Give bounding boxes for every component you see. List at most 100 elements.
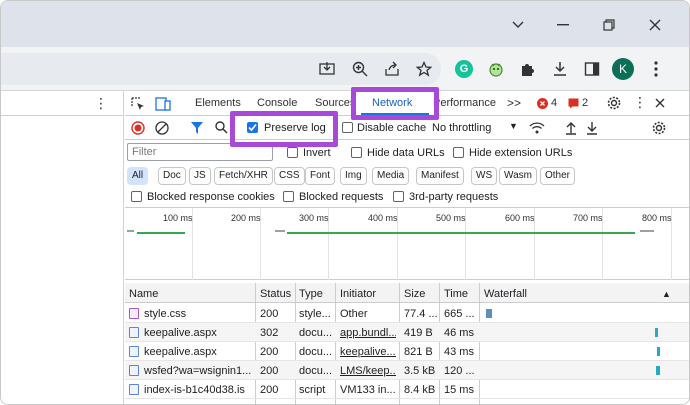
export-har-icon[interactable] — [586, 121, 598, 135]
stylesheet-file-icon — [129, 308, 139, 319]
issues-count[interactable]: 2 — [582, 97, 588, 109]
filter-chip-media[interactable]: Media — [372, 167, 410, 185]
download-icon[interactable] — [549, 58, 571, 80]
filter-chip-js[interactable]: JS — [189, 167, 211, 185]
third-party-checkbox[interactable] — [393, 191, 404, 202]
inspect-element-icon[interactable] — [131, 97, 145, 111]
grammarly-icon[interactable]: G — [453, 58, 475, 80]
import-har-icon[interactable] — [565, 121, 577, 135]
address-bar[interactable] — [1, 53, 441, 85]
column-size[interactable]: Size — [404, 288, 425, 300]
settings-gear-icon[interactable] — [607, 96, 621, 110]
avatar[interactable]: K — [612, 58, 634, 80]
pane-menu-icon[interactable]: ⋮ — [94, 95, 108, 112]
device-toolbar-icon[interactable] — [155, 97, 171, 111]
filter-chip-img[interactable]: Img — [340, 167, 367, 185]
throttling-select[interactable]: No throttling — [432, 122, 491, 134]
table-row[interactable]: keepalive.aspx 302 docu... app.bundl... … — [125, 323, 689, 342]
title-bar — [1, 1, 689, 47]
timeline-overview[interactable]: 100 ms 200 ms 300 ms 400 ms 500 ms 600 m… — [125, 208, 689, 280]
request-initiator-link[interactable]: keepalive.... — [340, 346, 396, 358]
filter-chip-wasm[interactable]: Wasm — [499, 167, 537, 185]
sort-ascending-icon[interactable]: ▲ — [662, 289, 671, 299]
table-row[interactable]: keepalive.aspx 200 docu... keepalive....… — [125, 342, 689, 361]
hide-extension-urls-label: Hide extension URLs — [469, 147, 573, 159]
more-tabs-button[interactable]: >> — [507, 96, 521, 110]
filter-chip-ws[interactable]: WS — [471, 167, 498, 185]
document-file-icon — [129, 327, 139, 338]
column-initiator[interactable]: Initiator — [340, 288, 376, 300]
minimize-icon[interactable] — [551, 13, 575, 37]
network-settings-icon[interactable] — [652, 121, 666, 135]
invert-checkbox[interactable] — [287, 147, 298, 158]
request-time: 43 ms — [444, 346, 474, 358]
filter-chip-doc[interactable]: Doc — [158, 167, 186, 185]
share-icon[interactable] — [381, 58, 403, 80]
profile-initial: K — [612, 58, 634, 80]
menu-dots-icon[interactable] — [645, 58, 667, 80]
request-initiator-link[interactable]: app.bundl... — [340, 327, 396, 339]
filter-chip-fetch-xhr[interactable]: Fetch/XHR — [214, 167, 273, 185]
request-table-header: Name Status Type Initiator Size Time Wat… — [125, 283, 689, 303]
zoom-icon[interactable] — [349, 58, 371, 80]
chevron-down-icon[interactable] — [506, 13, 530, 37]
error-count[interactable]: 4 — [551, 97, 557, 109]
hide-data-urls-checkbox[interactable] — [351, 147, 362, 158]
request-status: 200 — [260, 346, 279, 358]
table-row[interactable]: index-is-b1c40d38.is 200 script VM133 in… — [125, 380, 689, 399]
filter-chip-manifest[interactable]: Manifest — [416, 167, 464, 185]
sidepanel-icon[interactable] — [581, 58, 603, 80]
blocked-cookies-checkbox[interactable] — [131, 191, 142, 202]
column-time[interactable]: Time — [444, 288, 468, 300]
close-devtools-icon[interactable] — [655, 98, 665, 108]
request-status: 200 — [260, 365, 279, 377]
column-name[interactable]: Name — [129, 288, 158, 300]
column-waterfall[interactable]: Waterfall — [484, 288, 527, 300]
throttling-chevron-icon[interactable]: ▼ — [509, 121, 518, 131]
clear-icon[interactable] — [155, 121, 169, 135]
tab-performance[interactable]: Performance — [433, 97, 496, 109]
timeline-bar-gray — [640, 230, 654, 232]
blocked-cookies-label: Blocked response cookies — [147, 191, 275, 203]
search-icon[interactable] — [215, 121, 228, 134]
filter-chip-css[interactable]: CSS — [274, 167, 305, 185]
close-icon[interactable] — [643, 13, 667, 37]
tab-elements[interactable]: Elements — [195, 97, 241, 109]
network-conditions-icon[interactable] — [529, 121, 545, 135]
blocked-requests-checkbox[interactable] — [283, 191, 294, 202]
filter-chip-all[interactable]: All — [127, 167, 149, 185]
column-status[interactable]: Status — [260, 288, 291, 300]
extension-icon[interactable] — [485, 58, 507, 80]
hide-extension-urls-checkbox[interactable] — [453, 147, 464, 158]
puzzle-icon[interactable] — [517, 58, 539, 80]
request-time: 120 ... — [444, 365, 475, 377]
request-initiator: Other — [340, 308, 368, 320]
filter-chip-font[interactable]: Font — [305, 167, 336, 185]
tab-console[interactable]: Console — [257, 97, 297, 109]
request-initiator-link[interactable]: LMS/keep... — [340, 365, 396, 377]
request-time: 665 ... — [444, 308, 475, 320]
timeline-bar-green — [287, 232, 635, 234]
table-row[interactable]: style.css 200 style... Other 77.4 ... 66… — [125, 304, 689, 323]
column-type[interactable]: Type — [299, 288, 323, 300]
filter-chip-other[interactable]: Other — [540, 167, 576, 185]
blocked-filter-row: Blocked response cookies Blocked request… — [125, 186, 689, 208]
table-row[interactable]: wsfed?wa=wsignin1.... 200 docu... LMS/ke… — [125, 361, 689, 380]
waterfall-bar — [655, 328, 658, 337]
install-icon[interactable] — [316, 58, 338, 80]
third-party-label: 3rd-party requests — [409, 191, 499, 203]
request-initiator: VM133 in... — [340, 384, 396, 396]
waterfall-bar — [656, 366, 660, 375]
filter-row: Filter Invert Hide data URLs Hide extens… — [125, 140, 689, 164]
request-name: style.css — [144, 308, 187, 320]
filter-icon[interactable] — [191, 122, 203, 134]
disable-cache-checkbox[interactable] — [342, 122, 353, 133]
devtools-menu-icon[interactable]: ⋮ — [633, 94, 647, 111]
bookmark-star-icon[interactable] — [413, 58, 435, 80]
browser-toolbar: G K — [1, 47, 689, 91]
record-icon[interactable] — [131, 121, 145, 135]
tab-sources[interactable]: Sources — [315, 97, 355, 109]
restore-icon[interactable] — [597, 13, 621, 37]
timeline-bar-gray — [127, 230, 134, 232]
type-filter-row: All Doc JS Fetch/XHR CSS Font Img Media … — [125, 164, 689, 186]
